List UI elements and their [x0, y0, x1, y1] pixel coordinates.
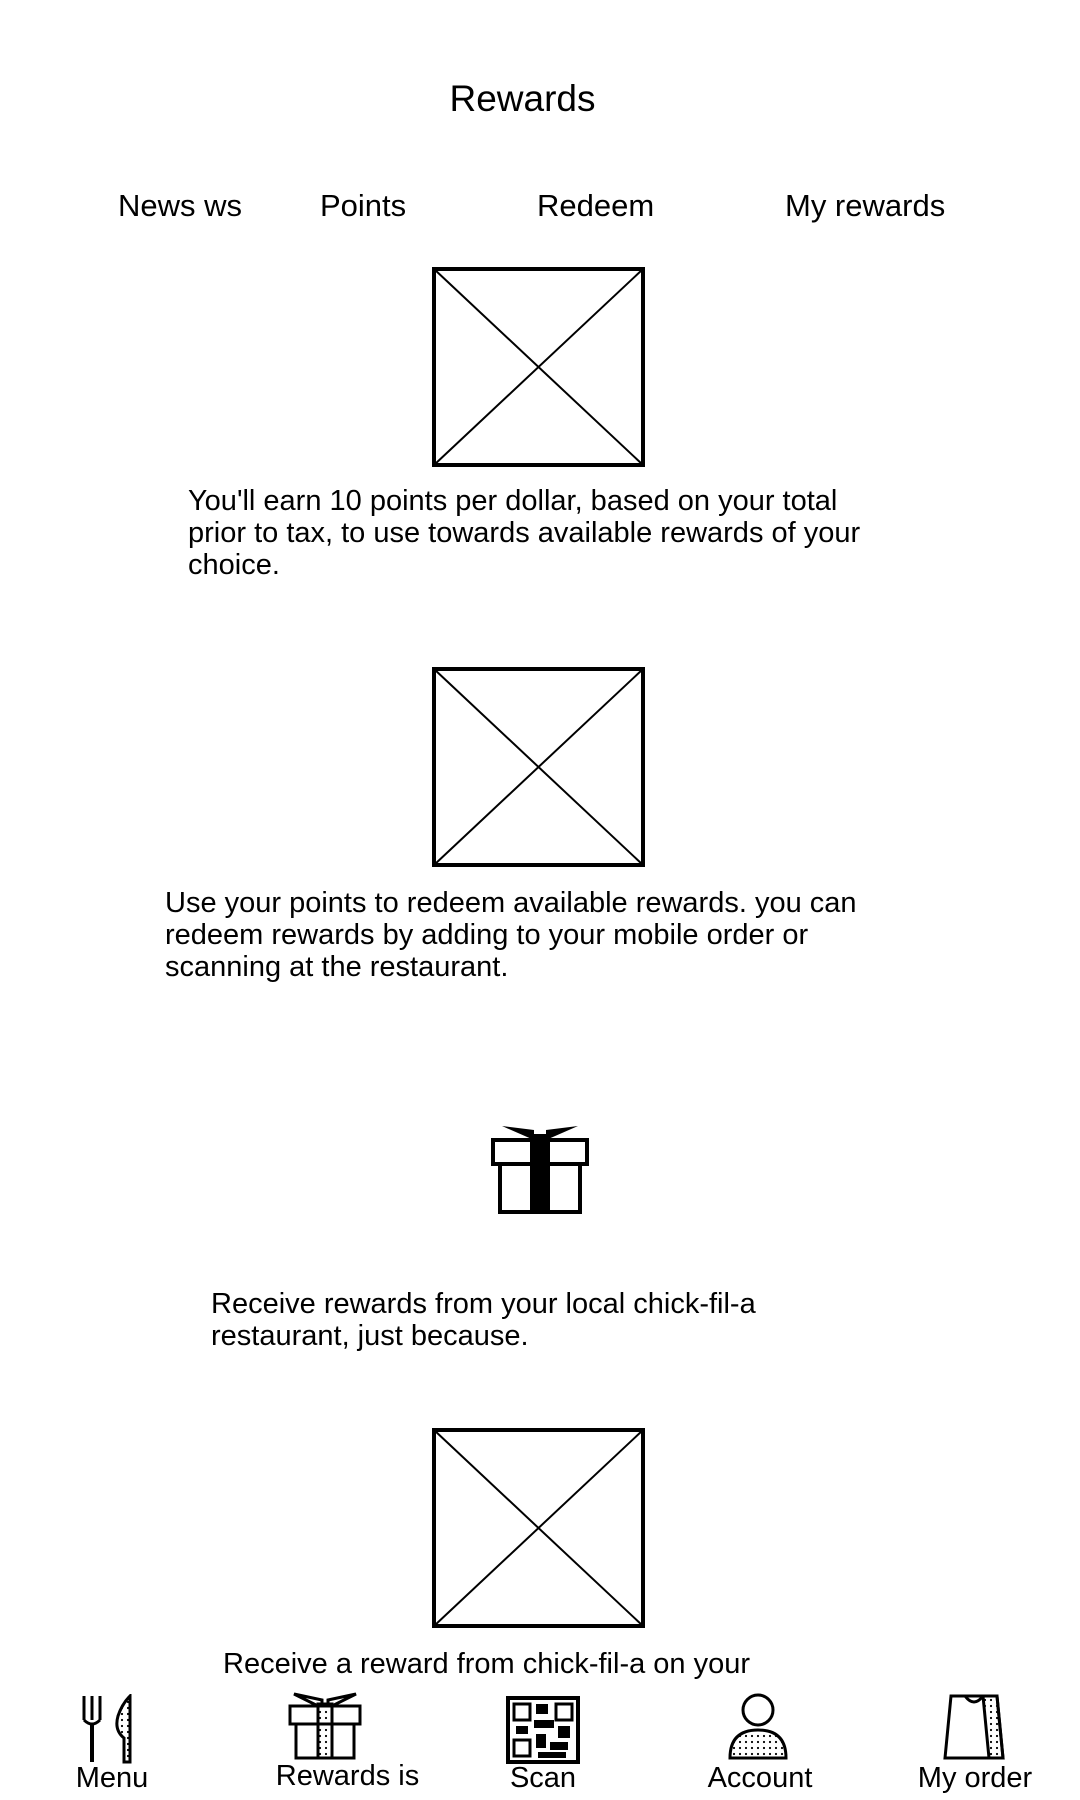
- tab-points[interactable]: Points: [320, 188, 406, 224]
- redeem-description: Use your points to redeem available rewa…: [165, 887, 857, 983]
- fork-knife-icon: [82, 1694, 132, 1764]
- nav-rewards-label: Rewards is: [275, 1760, 420, 1792]
- nav-my-order[interactable]: My order: [915, 1690, 1040, 1800]
- tab-my-rewards[interactable]: My rewards: [785, 188, 945, 224]
- gift-icon: [288, 1692, 362, 1760]
- nav-rewards[interactable]: Rewards is: [270, 1690, 430, 1800]
- tab-redeem[interactable]: Redeem: [537, 188, 654, 224]
- gift-icon: [491, 1126, 589, 1214]
- nav-menu[interactable]: Menu: [60, 1690, 170, 1800]
- nav-menu-label: Menu: [75, 1762, 149, 1794]
- local-rewards-description: Receive rewards from your local chick-fi…: [211, 1288, 756, 1352]
- nav-account-label: Account: [707, 1762, 813, 1794]
- nav-my-order-label: My order: [917, 1762, 1033, 1794]
- image-placeholder-redeem: [432, 667, 645, 867]
- tab-news[interactable]: News ws: [118, 188, 242, 224]
- nav-scan-label: Scan: [509, 1762, 577, 1794]
- nav-scan[interactable]: Scan: [498, 1690, 598, 1800]
- qr-code-icon: [506, 1696, 580, 1764]
- points-description: You'll earn 10 points per dollar, based …: [188, 485, 861, 581]
- image-placeholder-birthday: [432, 1428, 645, 1628]
- birthday-reward-description: Receive a reward from chick-fil-a on you…: [223, 1648, 751, 1680]
- bag-icon: [943, 1694, 1005, 1760]
- image-placeholder-points: [432, 267, 645, 467]
- nav-account[interactable]: Account: [700, 1690, 830, 1800]
- page-title: Rewards: [449, 78, 596, 119]
- person-icon: [728, 1693, 788, 1760]
